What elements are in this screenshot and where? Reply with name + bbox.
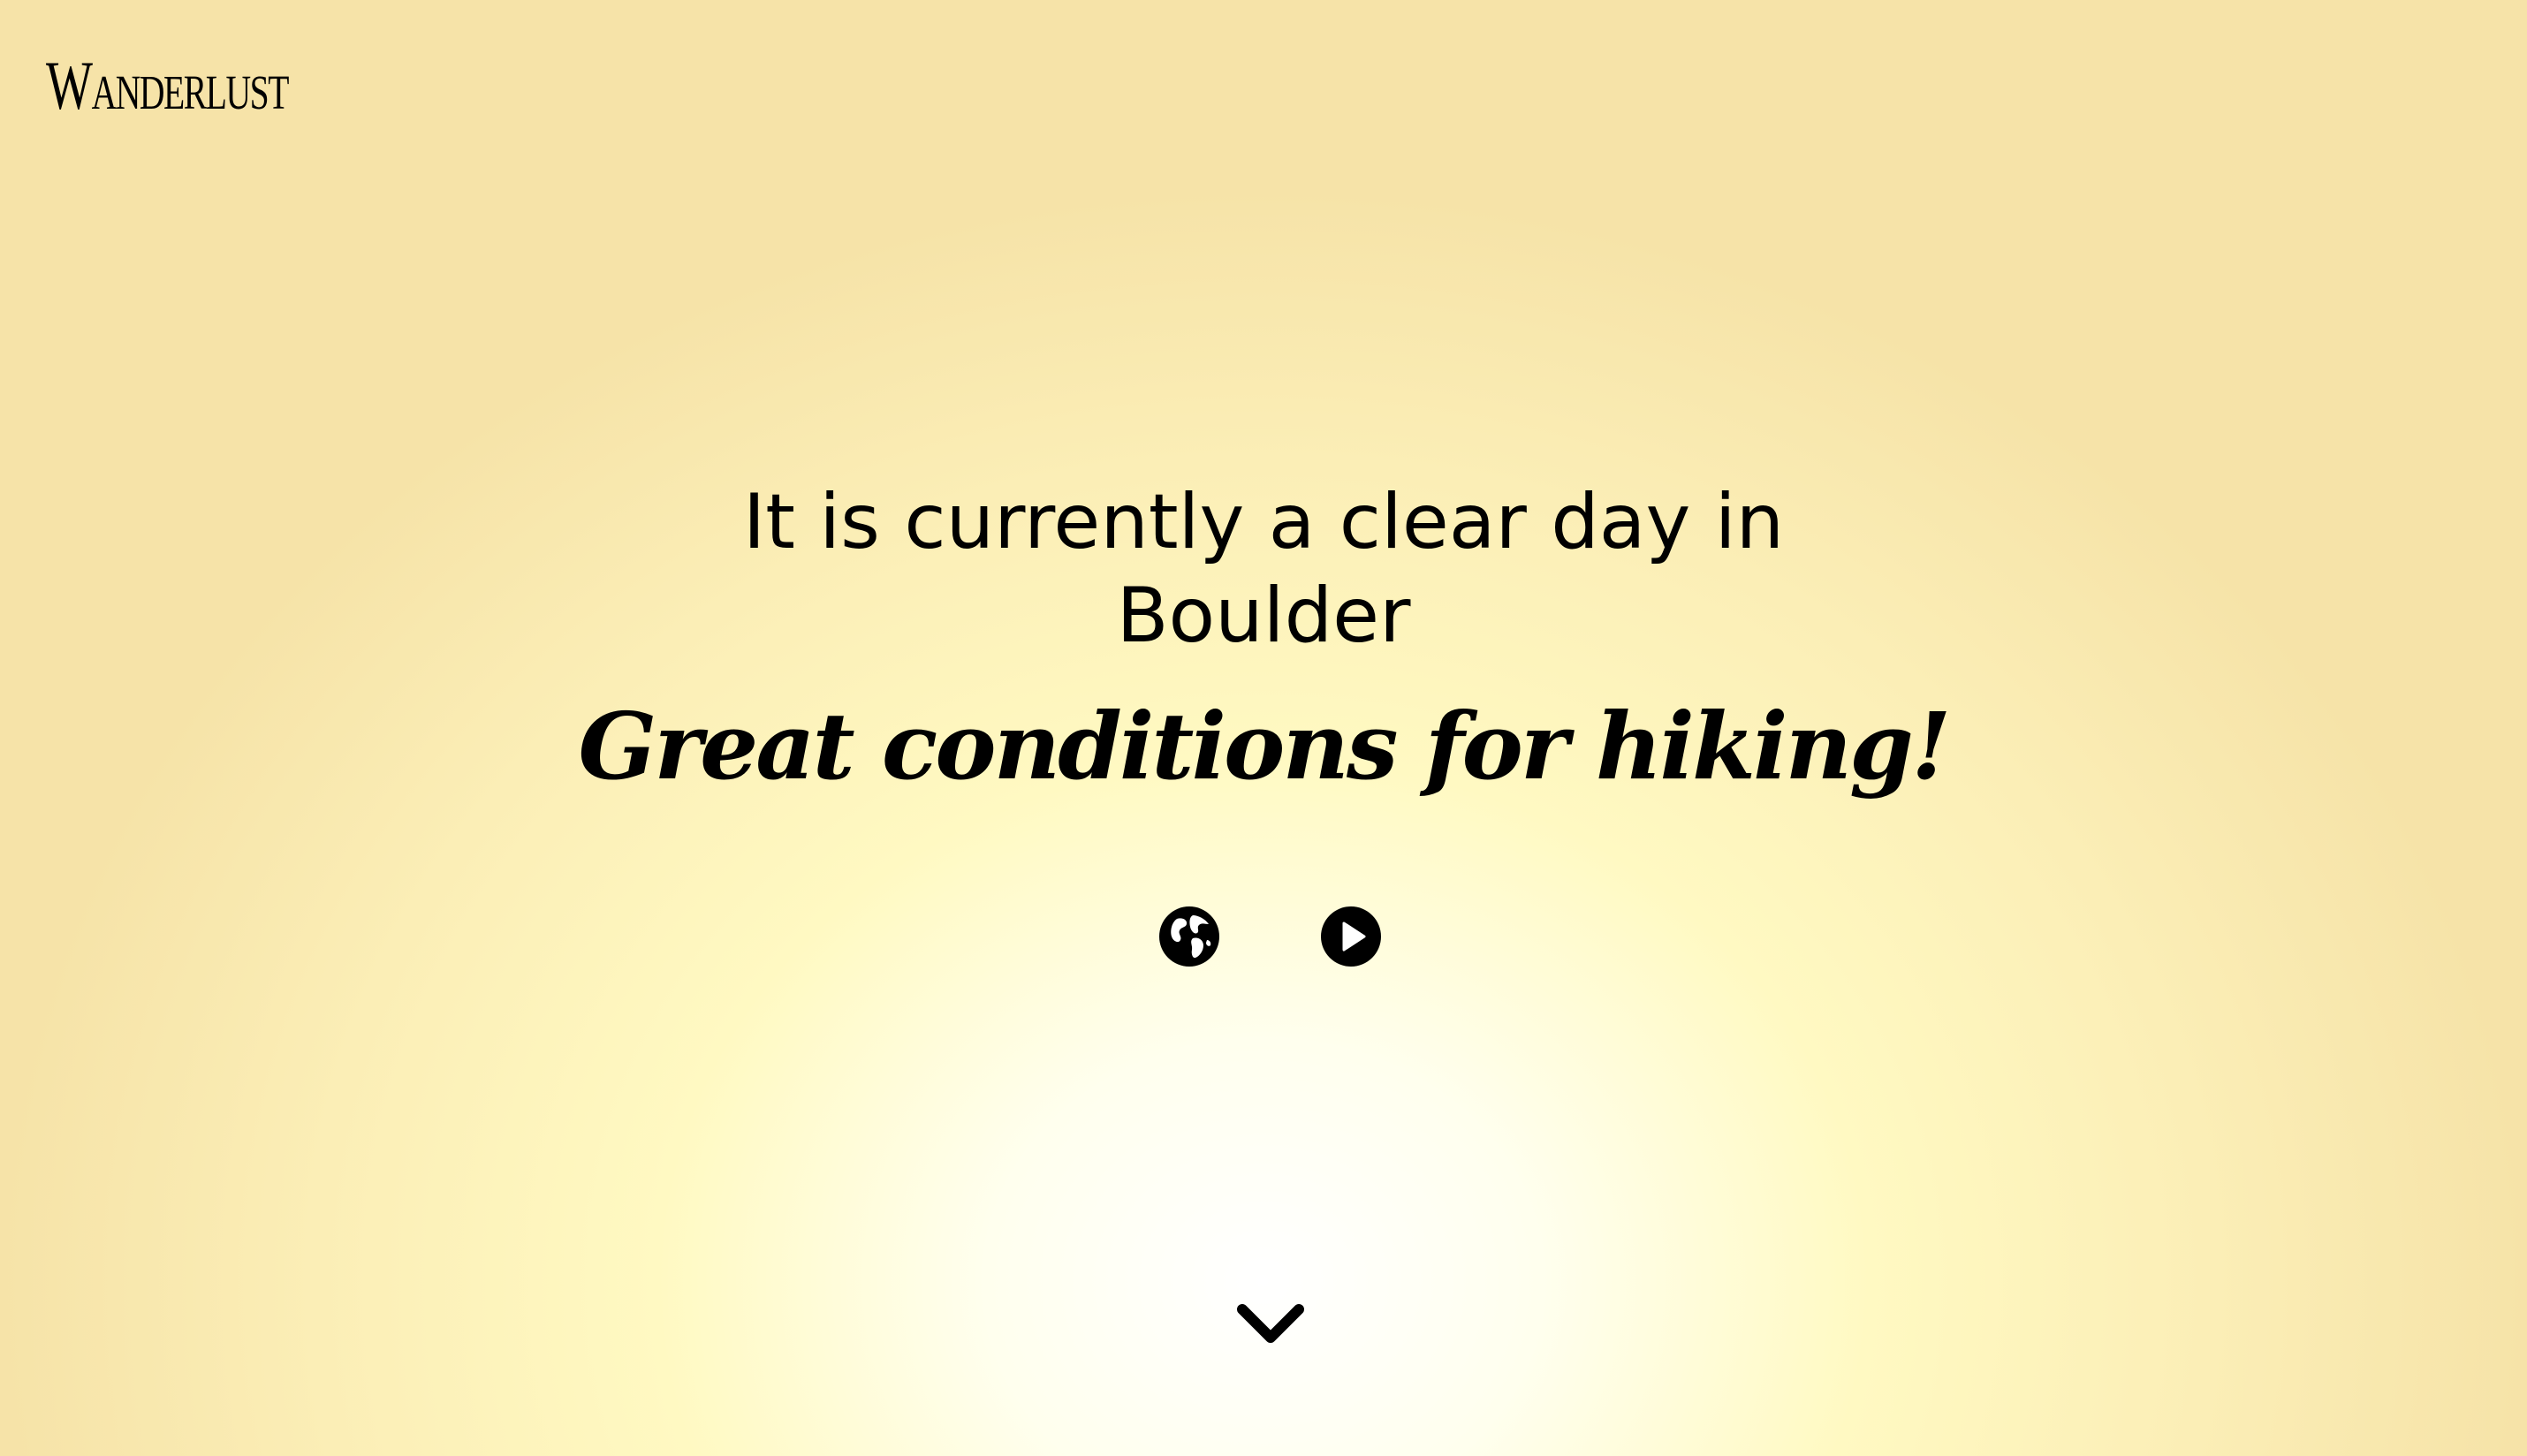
- weather-text-line1: It is currently a clear day in: [742, 478, 1785, 566]
- globe-icon[interactable]: [1157, 905, 1221, 968]
- weather-location: Boulder: [1116, 572, 1411, 660]
- activity-tagline: Great conditions for hiking!: [578, 692, 1951, 800]
- play-icon[interactable]: [1319, 905, 1383, 968]
- brand-logo[interactable]: Wanderlust: [46, 51, 289, 120]
- chevron-down-icon[interactable]: [1235, 1301, 1306, 1350]
- action-icons: [1157, 905, 1387, 968]
- weather-headline: It is currently a clear day in Boulder: [0, 475, 2527, 663]
